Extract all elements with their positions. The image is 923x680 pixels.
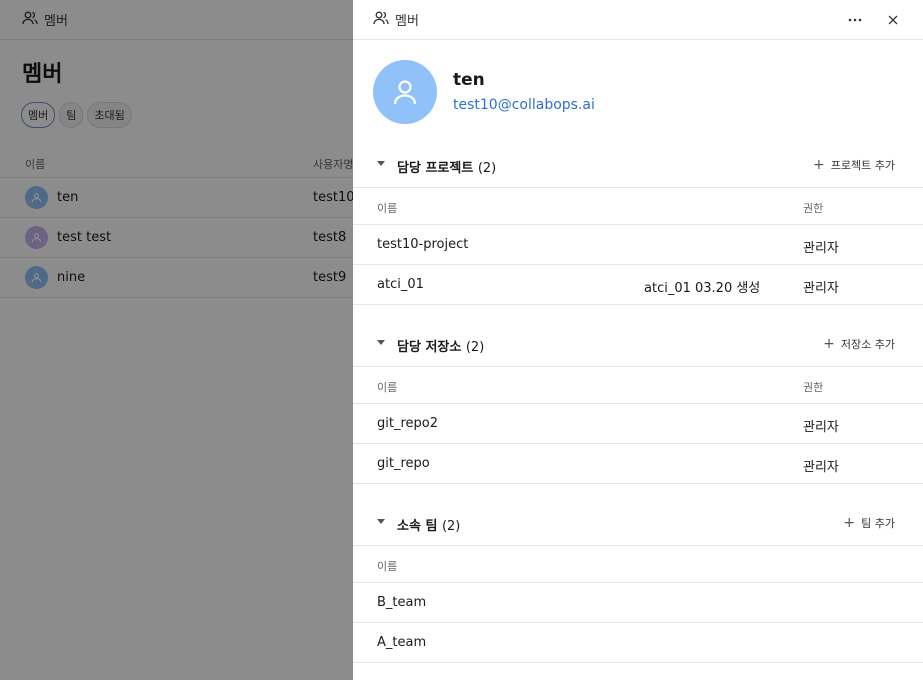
close-icon[interactable] [883, 10, 903, 30]
caret-down-icon[interactable] [377, 519, 385, 524]
repos-section: 담당 저장소 (2) + 저장소 추가 이름 권한 git_repo2 관리자 … [353, 323, 923, 484]
teams-section: 소속 팀 (2) + 팀 추가 이름 B_team A_team [353, 502, 923, 663]
col-name: 이름 [377, 202, 398, 215]
team-name: B_team [377, 595, 427, 610]
repo-role: 관리자 [803, 420, 839, 435]
profile-header: ten test10@collabops.ai [353, 40, 923, 144]
plus-icon: + [843, 514, 856, 531]
projects-table-header: 이름 권한 [353, 188, 923, 225]
team-name: A_team [377, 635, 427, 650]
projects-count: (2) [477, 161, 497, 176]
col-name: 이름 [377, 381, 398, 394]
profile-name: ten [453, 70, 485, 90]
table-row[interactable]: test10-project 관리자 [353, 225, 923, 265]
more-horizontal-icon[interactable] [845, 10, 865, 30]
users-icon [373, 11, 389, 29]
drawer-title: 멤버 [395, 14, 419, 29]
plus-icon: + [813, 156, 825, 173]
project-role: 관리자 [803, 281, 839, 296]
add-team-label: 팀 추가 [861, 517, 895, 530]
section-title: 담당 저장소 (2) [397, 336, 484, 355]
profile-email[interactable]: test10@collabops.ai [453, 97, 595, 113]
repo-role: 관리자 [803, 460, 839, 475]
project-name: atci_01 [377, 277, 424, 292]
teams-count: (2) [441, 519, 461, 534]
caret-down-icon[interactable] [377, 161, 385, 166]
member-detail-drawer: 멤버 ten test10@collabops.ai 담당 프로젝트 (2) + [353, 0, 923, 680]
teams-title: 소속 팀 [397, 519, 438, 534]
repos-count: (2) [465, 340, 485, 355]
projects-section: 담당 프로젝트 (2) + 프로젝트 추가 이름 권한 test10-proje… [353, 144, 923, 305]
drawer-actions [845, 0, 903, 40]
repos-section-header: 담당 저장소 (2) + 저장소 추가 [353, 323, 923, 367]
plus-icon: + [823, 335, 835, 352]
drawer-title-group: 멤버 [373, 10, 419, 29]
repo-name: git_repo2 [377, 416, 438, 431]
col-name: 이름 [377, 560, 398, 573]
section-title: 담당 프로젝트 (2) [397, 157, 496, 176]
col-role: 권한 [803, 381, 824, 394]
add-project-label: 프로젝트 추가 [830, 159, 895, 172]
caret-down-icon[interactable] [377, 340, 385, 345]
add-repo-button[interactable]: + 저장소 추가 [823, 336, 895, 352]
drawer-header: 멤버 [353, 0, 923, 40]
project-name: test10-project [377, 237, 469, 252]
projects-title: 담당 프로젝트 [397, 161, 474, 176]
add-team-button[interactable]: + 팀 추가 [843, 515, 895, 531]
table-row[interactable]: git_repo2 관리자 [353, 404, 923, 444]
add-project-button[interactable]: + 프로젝트 추가 [813, 157, 895, 173]
section-title: 소속 팀 (2) [397, 515, 460, 534]
project-role: 관리자 [803, 241, 839, 256]
projects-section-header: 담당 프로젝트 (2) + 프로젝트 추가 [353, 144, 923, 188]
repos-title: 담당 저장소 [397, 340, 462, 355]
avatar [373, 60, 437, 124]
teams-table-header: 이름 [353, 546, 923, 583]
project-description: atci_01 03.20 생성 [644, 281, 761, 296]
table-row[interactable]: B_team [353, 583, 923, 623]
table-row[interactable]: A_team [353, 623, 923, 663]
teams-section-header: 소속 팀 (2) + 팀 추가 [353, 502, 923, 546]
col-role: 권한 [803, 202, 824, 215]
add-repo-label: 저장소 추가 [840, 338, 895, 351]
repos-table-header: 이름 권한 [353, 367, 923, 404]
table-row[interactable]: atci_01 atci_01 03.20 생성 관리자 [353, 265, 923, 305]
repo-name: git_repo [377, 456, 430, 471]
table-row[interactable]: git_repo 관리자 [353, 444, 923, 484]
